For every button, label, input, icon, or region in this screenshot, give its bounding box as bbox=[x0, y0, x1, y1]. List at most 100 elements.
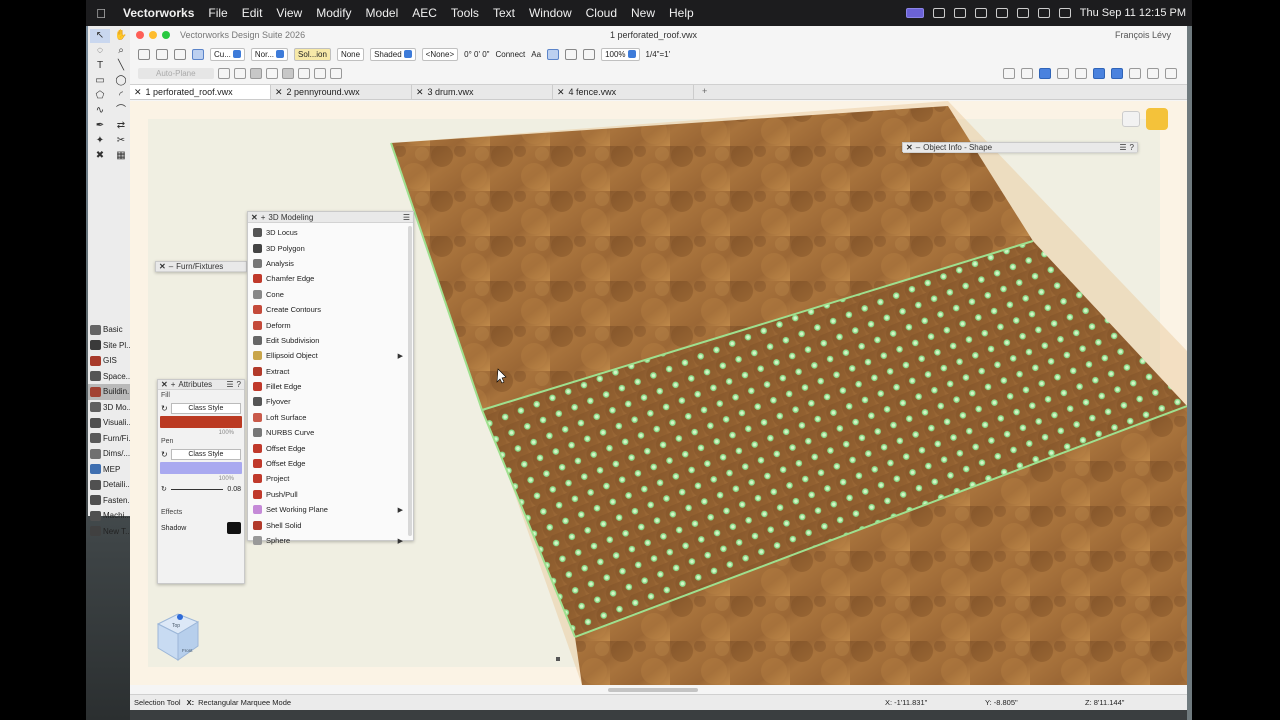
by-class-icon[interactable]: ↻ bbox=[161, 404, 168, 413]
modeling-tool-item[interactable]: 3D Locus bbox=[248, 225, 413, 240]
add-tab-button[interactable]: + bbox=[694, 85, 715, 99]
toolset-machine[interactable]: Machi... bbox=[88, 508, 134, 524]
menubar-clock[interactable]: Thu Sep 11 12:15 PM bbox=[1080, 7, 1186, 19]
selection-handle[interactable] bbox=[556, 657, 560, 661]
connect-button[interactable]: Connect bbox=[495, 50, 525, 59]
class-dropdown[interactable]: Cu... bbox=[210, 47, 245, 61]
snap-mode-icon[interactable] bbox=[249, 67, 262, 79]
close-tab-icon[interactable]: ✕ bbox=[275, 87, 283, 98]
help-icon[interactable]: ? bbox=[1130, 143, 1134, 152]
polygon-tool-icon[interactable]: ⬠ bbox=[90, 89, 110, 103]
exit-group-icon[interactable] bbox=[1146, 108, 1168, 130]
add-icon[interactable]: + bbox=[171, 380, 176, 389]
shaded-dropdown[interactable]: Shaded bbox=[370, 47, 416, 61]
toolset-basic[interactable]: Basic bbox=[88, 322, 134, 338]
zoom-tool-icon[interactable]: ⌕ bbox=[111, 44, 131, 58]
tab-fence[interactable]: ✕ 4 fence.vwx bbox=[553, 85, 694, 99]
palette-menu-icon[interactable]: ☰ bbox=[1119, 143, 1126, 152]
freehand-tool-icon[interactable]: ⌒ bbox=[111, 104, 131, 118]
eyedropper-tool-icon[interactable]: ✒ bbox=[90, 119, 110, 133]
toolset-gis[interactable]: GIS bbox=[88, 353, 134, 369]
polygon-marquee-icon[interactable] bbox=[313, 67, 326, 79]
modeling-tool-item[interactable]: Offset Edge bbox=[248, 440, 413, 455]
layer-icon[interactable] bbox=[174, 48, 186, 60]
zoom-dropdown[interactable]: 100% bbox=[601, 47, 640, 61]
view-cube[interactable]: Top Front bbox=[152, 608, 204, 664]
lasso-icon[interactable] bbox=[297, 67, 310, 79]
pen-style-select[interactable]: Class Style bbox=[170, 449, 241, 460]
trim-tool-icon[interactable]: ✖ bbox=[90, 149, 110, 163]
menu-modify[interactable]: Modify bbox=[309, 6, 358, 20]
screen-share-icon[interactable] bbox=[905, 8, 924, 18]
menu-file[interactable]: File bbox=[201, 6, 234, 20]
menu-help[interactable]: Help bbox=[662, 6, 701, 20]
status-icon[interactable] bbox=[995, 8, 1008, 18]
menu-tools[interactable]: Tools bbox=[444, 6, 486, 20]
search-icon[interactable] bbox=[1058, 8, 1071, 18]
close-palette-icon[interactable]: ✕ bbox=[906, 143, 913, 152]
tab-perforated-roof[interactable]: ✕ 1 perforated_roof.vwx bbox=[130, 85, 271, 99]
zoom-window-button[interactable] bbox=[162, 31, 170, 39]
selection-tool-icon[interactable]: ↖ bbox=[90, 29, 110, 43]
horizontal-scrollbar[interactable] bbox=[608, 688, 698, 692]
shadow-toggle[interactable] bbox=[227, 522, 241, 534]
modeling-tool-item[interactable]: Analysis bbox=[248, 256, 413, 271]
flyover-tool-icon[interactable]: ◌ bbox=[90, 44, 110, 58]
close-tab-icon[interactable]: ✕ bbox=[134, 87, 142, 98]
modeling-tool-item[interactable]: Shell Solid bbox=[248, 517, 413, 532]
palette-menu-icon[interactable]: ☰ bbox=[403, 213, 410, 222]
layers-icon[interactable] bbox=[1147, 67, 1159, 79]
menu-text[interactable]: Text bbox=[486, 6, 522, 20]
render-icon[interactable] bbox=[1111, 67, 1123, 79]
modeling-tool-item[interactable]: Ellipsoid Object ▶ bbox=[248, 348, 413, 363]
collapse-icon[interactable]: – bbox=[169, 262, 173, 271]
menu-cloud[interactable]: Cloud bbox=[579, 6, 624, 20]
toolset-dims-notes[interactable]: Dims/... bbox=[88, 446, 134, 462]
arc-tool-icon[interactable]: ◜ bbox=[111, 89, 131, 103]
status-icon[interactable] bbox=[932, 8, 945, 18]
clip-cube-icon[interactable] bbox=[1075, 67, 1087, 79]
rectangle-tool-icon[interactable]: ▭ bbox=[90, 74, 110, 88]
cube-icon[interactable] bbox=[1057, 67, 1069, 79]
modeling-tool-item[interactable]: Push/Pull bbox=[248, 487, 413, 502]
toolset-fasteners[interactable]: Fasten... bbox=[88, 493, 134, 509]
line-thickness-row[interactable]: ↻ 0.08 bbox=[161, 485, 241, 494]
line-tool-icon[interactable]: ╲ bbox=[111, 59, 131, 73]
toolset-space-planning[interactable]: Space... bbox=[88, 369, 134, 385]
modeling-tool-item[interactable]: Flyover bbox=[248, 394, 413, 409]
close-palette-icon[interactable]: ✕ bbox=[251, 213, 258, 222]
toolset-building-shell[interactable]: Buildin... bbox=[88, 384, 134, 400]
select-option-icon[interactable] bbox=[329, 67, 342, 79]
visibility-icon[interactable] bbox=[1129, 67, 1141, 79]
modeling-tool-item[interactable]: 3D Polygon bbox=[248, 240, 413, 255]
toolset-mep[interactable]: MEP bbox=[88, 462, 134, 478]
settings-icon[interactable] bbox=[1165, 67, 1177, 79]
close-tab-icon[interactable]: ✕ bbox=[416, 87, 424, 98]
scale-readout[interactable]: 1/4"=1' bbox=[646, 50, 671, 59]
walkthrough-icon[interactable] bbox=[1093, 67, 1105, 79]
pen-color-swatch[interactable] bbox=[160, 462, 242, 474]
toolset-detailing[interactable]: Detaili... bbox=[88, 477, 134, 493]
none-dropdown[interactable]: None bbox=[336, 47, 365, 61]
close-palette-icon[interactable]: ✕ bbox=[159, 262, 166, 271]
toolset-3d-modeling[interactable]: 3D Mo... bbox=[88, 400, 134, 416]
modeling-tool-item[interactable]: Project bbox=[248, 471, 413, 486]
polyline-tool-icon[interactable]: ∿ bbox=[90, 104, 110, 118]
view-icon[interactable] bbox=[1003, 67, 1015, 79]
palette-scrollbar[interactable] bbox=[408, 226, 412, 536]
lighting-icon[interactable] bbox=[1021, 67, 1033, 79]
palette-menu-icon[interactable]: ☰ bbox=[226, 380, 233, 389]
status-icon[interactable] bbox=[974, 8, 987, 18]
snap-object-icon[interactable] bbox=[565, 48, 578, 60]
modeling-tool-item[interactable]: NURBS Curve bbox=[248, 425, 413, 440]
modeling-tool-item[interactable]: Deform bbox=[248, 317, 413, 332]
battery-icon[interactable] bbox=[1016, 8, 1029, 18]
menu-edit[interactable]: Edit bbox=[235, 6, 270, 20]
menu-view[interactable]: View bbox=[269, 6, 309, 20]
menu-app[interactable]: Vectorworks bbox=[116, 6, 201, 20]
help-icon[interactable]: ? bbox=[237, 380, 241, 389]
toolset-visualization[interactable]: Visuali... bbox=[88, 415, 134, 431]
status-icon[interactable] bbox=[953, 8, 966, 18]
tab-pennyround[interactable]: ✕ 2 pennyround.vwx bbox=[271, 85, 412, 99]
mirror-tool-icon[interactable]: ⇄ bbox=[111, 119, 131, 133]
